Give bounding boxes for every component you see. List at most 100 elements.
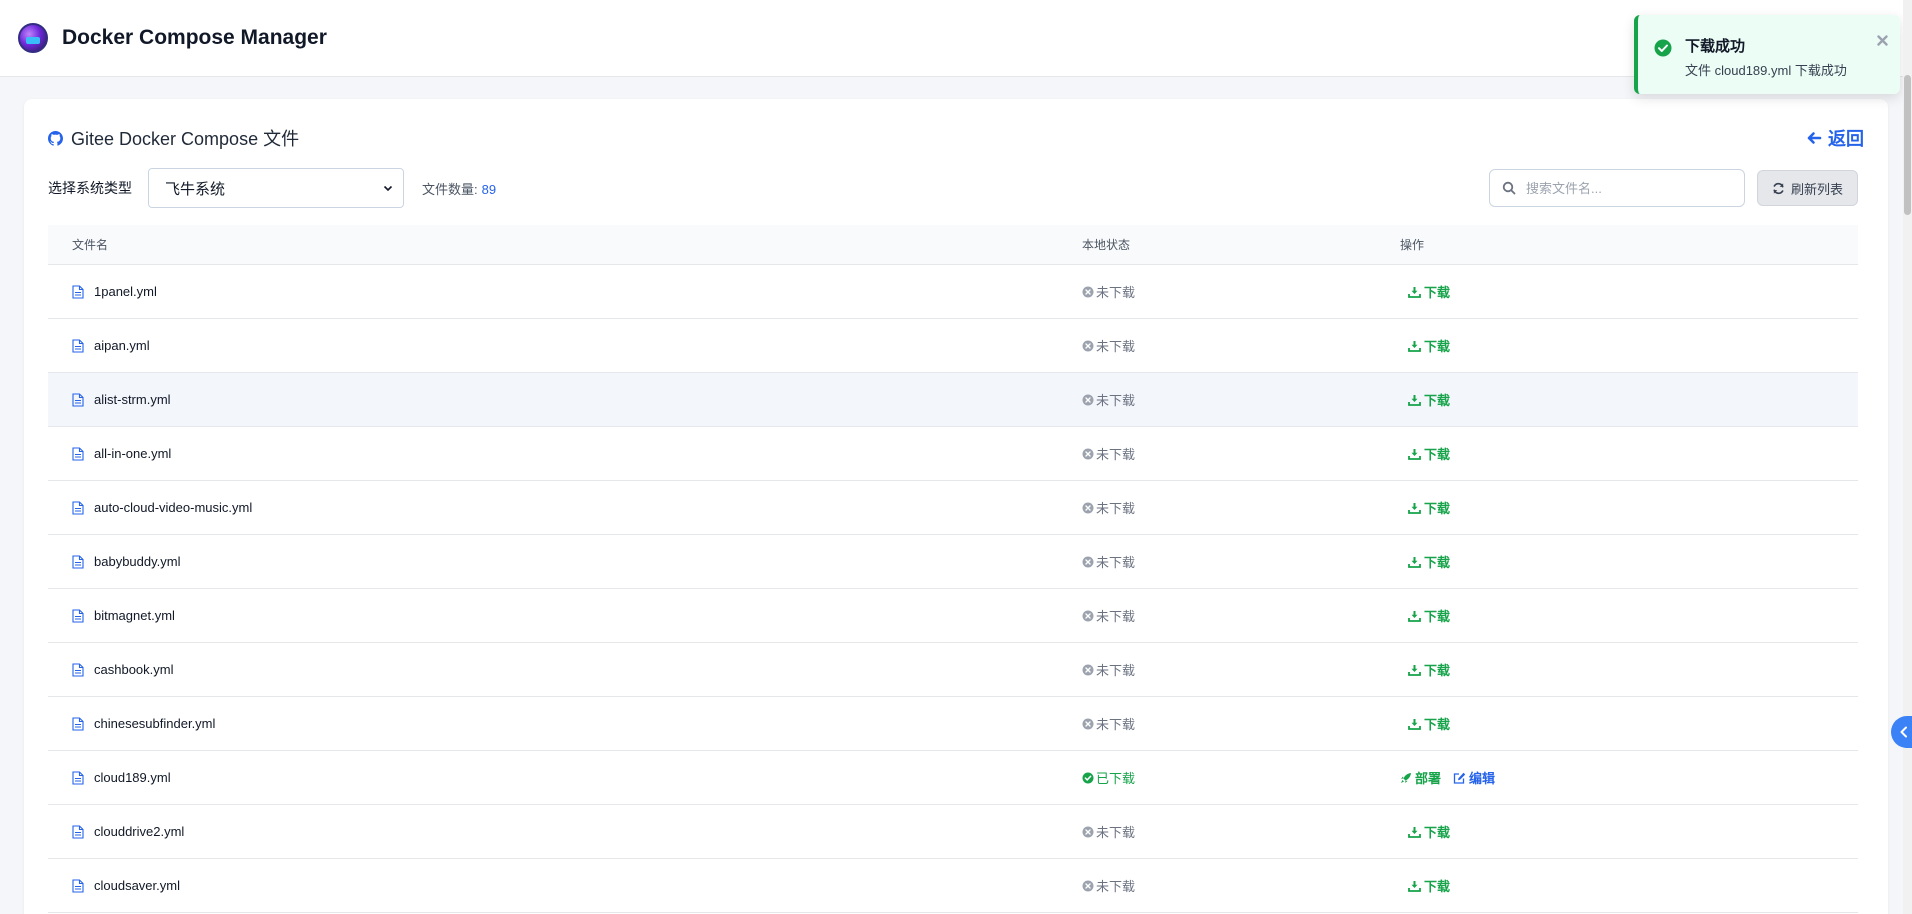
file-name-cell: alist-strm.yml (48, 392, 1082, 407)
arrow-left-icon (1807, 132, 1822, 144)
file-icon (72, 824, 84, 839)
status-label: 未下载 (1096, 609, 1136, 624)
file-name-cell: babybuddy.yml (48, 554, 1082, 569)
status-badge: 未下载 (1082, 714, 1135, 733)
table-row: all-in-one.yml 未下载 下载 (48, 427, 1858, 481)
download-label: 下载 (1424, 285, 1451, 300)
table-row: cloudsaver.yml 未下载 下载 (48, 859, 1858, 913)
status-cell: 未下载 (1082, 282, 1400, 301)
table-row: cashbook.yml 未下载 下载 (48, 643, 1858, 697)
header-actions: 操作 (1400, 238, 1425, 252)
edit-button[interactable]: 编辑 (1453, 768, 1495, 787)
deploy-label: 部署 (1415, 771, 1442, 786)
status-badge: 未下载 (1082, 660, 1135, 679)
x-circle-icon (1082, 880, 1094, 891)
refresh-icon (1773, 182, 1784, 194)
download-icon (1408, 502, 1421, 514)
action-cell: 下载 (1400, 282, 1858, 301)
action-cell: 下载 (1400, 390, 1858, 409)
file-icon (72, 446, 84, 461)
file-name: alist-strm.yml (94, 392, 171, 407)
scrollbar-thumb[interactable] (1904, 75, 1911, 215)
download-button[interactable]: 下载 (1408, 876, 1450, 895)
system-type-select[interactable]: 飞牛系统 (148, 168, 404, 208)
action-cell: 下载 (1400, 876, 1858, 895)
download-button[interactable]: 下载 (1408, 282, 1450, 301)
x-circle-icon (1082, 340, 1094, 351)
status-label: 已下载 (1096, 771, 1136, 786)
file-icon (72, 338, 84, 353)
download-label: 下载 (1424, 501, 1451, 516)
file-name-cell: aipan.yml (48, 338, 1082, 353)
status-cell: 未下载 (1082, 336, 1400, 355)
check-circle-icon (1654, 39, 1672, 57)
rocket-icon (1401, 772, 1411, 783)
download-button[interactable]: 下载 (1408, 444, 1450, 463)
download-label: 下载 (1424, 609, 1451, 624)
file-name: all-in-one.yml (94, 446, 172, 461)
status-cell: 未下载 (1082, 822, 1400, 841)
search-box[interactable] (1488, 169, 1745, 207)
download-icon (1408, 286, 1421, 298)
download-icon (1408, 826, 1421, 838)
action-cell: 下载 (1400, 606, 1858, 625)
refresh-button[interactable]: 刷新列表 (1756, 170, 1858, 206)
file-name-cell: 1panel.yml (48, 284, 1082, 299)
download-label: 下载 (1424, 447, 1451, 462)
download-icon (1408, 448, 1421, 460)
download-button[interactable]: 下载 (1408, 336, 1450, 355)
card-header: Gitee Docker Compose 文件 (48, 125, 299, 151)
status-label: 未下载 (1096, 555, 1136, 570)
download-label: 下载 (1424, 339, 1451, 354)
download-button[interactable]: 下载 (1408, 606, 1450, 625)
status-badge: 未下载 (1082, 552, 1135, 571)
file-name-cell: all-in-one.yml (48, 446, 1082, 461)
status-badge: 未下载 (1082, 282, 1135, 301)
deploy-button[interactable]: 部署 (1400, 768, 1441, 787)
status-label: 未下载 (1096, 879, 1136, 894)
download-button[interactable]: 下载 (1408, 822, 1450, 841)
file-count: 文件数量: 89 (422, 179, 496, 198)
table-row: cloud189.yml 已下载 部署 编辑 (48, 751, 1858, 805)
status-badge: 未下载 (1082, 822, 1135, 841)
download-button[interactable]: 下载 (1408, 660, 1450, 679)
status-label: 未下载 (1096, 447, 1136, 462)
download-icon (1408, 394, 1421, 406)
chevron-left-icon (1900, 726, 1907, 738)
file-name: babybuddy.yml (94, 554, 181, 569)
x-circle-icon (1082, 448, 1094, 459)
status-cell: 已下载 (1082, 768, 1400, 787)
table-body: 1panel.yml 未下载 下载 aipan.yml 未下载 下载 alist-strm.… (48, 265, 1858, 913)
status-cell: 未下载 (1082, 390, 1400, 409)
file-name-cell: auto-cloud-video-music.yml (48, 500, 1082, 515)
check-circle-icon (1082, 772, 1094, 783)
x-circle-icon (1082, 826, 1094, 837)
download-icon (1408, 340, 1421, 352)
filter-row: 选择系统类型 飞牛系统 文件数量:89 刷新列表 (48, 168, 1858, 208)
files-table: 文件名 本地状态 操作 1panel.yml 未下载 下载 aipan.yml 未下载下… (48, 225, 1858, 913)
download-label: 下载 (1424, 555, 1451, 570)
download-button[interactable]: 下载 (1408, 498, 1450, 517)
sidebar-toggle-button[interactable] (1891, 716, 1912, 748)
file-count-value: 89 (481, 181, 497, 197)
action-cell: 下载 (1400, 444, 1858, 463)
table-header: 文件名 本地状态 操作 (48, 225, 1858, 265)
x-circle-icon (1082, 664, 1094, 675)
edit-icon (1453, 772, 1466, 784)
file-name: chinesesubfinder.yml (94, 716, 216, 731)
back-button[interactable]: 返回 (1806, 125, 1864, 151)
status-label: 未下载 (1096, 501, 1136, 516)
search-input[interactable] (1525, 180, 1726, 196)
page-scrollbar[interactable] (1903, 0, 1912, 914)
download-icon (1408, 664, 1421, 676)
file-name: bitmagnet.yml (94, 608, 175, 623)
status-label: 未下载 (1096, 285, 1136, 300)
file-name-cell: cloud189.yml (48, 770, 1082, 785)
file-name: cashbook.yml (94, 662, 174, 677)
close-icon[interactable] (1877, 35, 1888, 46)
download-button[interactable]: 下载 (1408, 552, 1450, 571)
refresh-label: 刷新列表 (1790, 181, 1843, 197)
download-button[interactable]: 下载 (1408, 390, 1450, 409)
status-cell: 未下载 (1082, 714, 1400, 733)
download-button[interactable]: 下载 (1408, 714, 1450, 733)
